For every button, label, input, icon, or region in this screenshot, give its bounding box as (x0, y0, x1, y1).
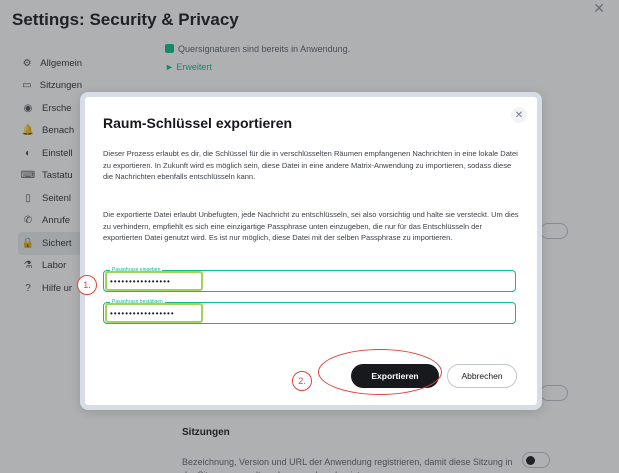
dialog-description: Dieser Prozess erlaubt es dir, die Schlü… (103, 149, 518, 181)
passphrase-highlight (105, 271, 203, 291)
export-button-highlight (318, 349, 442, 395)
dialog-warning: Die exportierte Datei erlaubt Unbefugten… (103, 210, 519, 242)
export-keys-dialog: Raum-Schlüssel exportieren ✕ Dieser Proz… (80, 92, 542, 410)
cancel-button[interactable]: Abbrechen (447, 364, 517, 388)
step-2-marker: 2. (292, 371, 312, 391)
dialog-title: Raum-Schlüssel exportieren (103, 115, 293, 131)
confirm-passphrase-highlight (105, 303, 203, 323)
step-1-marker: 1. (77, 275, 97, 295)
close-icon[interactable]: ✕ (511, 107, 527, 123)
